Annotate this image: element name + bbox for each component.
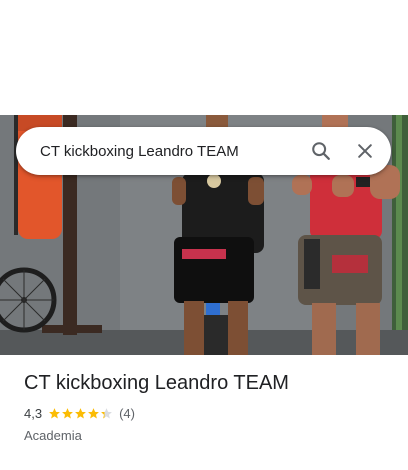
star-icon [88,408,99,419]
rating-stars [48,407,113,420]
star-icon [49,408,60,419]
rating-value: 4,3 [24,406,43,421]
star-icon [101,408,112,419]
place-category: Academia [24,428,82,443]
review-count[interactable]: (4) [119,406,135,421]
search-input[interactable] [40,139,299,163]
search-button[interactable] [299,129,343,173]
place-page: CT kickboxing Leandro TEAM 4,3 (4) Acade… [0,0,408,470]
clear-search-button[interactable] [343,129,387,173]
rating-row[interactable]: 4,3 (4) [24,406,135,421]
star-icon [75,408,86,419]
search-bar [16,127,391,175]
close-icon [358,144,372,158]
star-icon [62,408,73,419]
place-title: CT kickboxing Leandro TEAM [24,372,289,394]
search-icon [312,142,330,160]
